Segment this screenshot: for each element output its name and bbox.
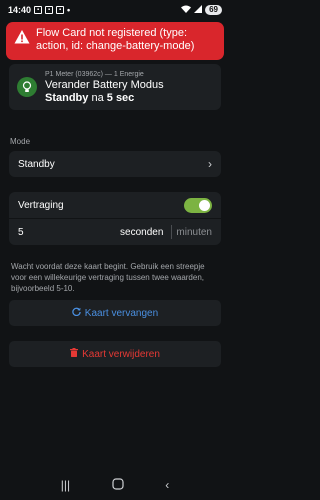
chevron-right-icon: › <box>208 157 212 171</box>
battery-indicator: 69 <box>205 5 222 15</box>
delete-card-label: Kaart verwijderen <box>82 348 160 360</box>
status-bar: 14:40 ▪ ▪ ▪ • 69 <box>0 0 230 20</box>
error-toast[interactable]: Flow Card not registered (type: action, … <box>6 22 224 60</box>
home-button[interactable] <box>112 477 124 493</box>
replace-card-label: Kaart vervangen <box>84 307 159 319</box>
unit-minutes-option[interactable]: minuten <box>176 227 212 238</box>
delay-value: 5 sec <box>106 91 135 104</box>
system-nav-bar: ||| ‹ <box>0 470 230 500</box>
mode-select[interactable]: Standby › <box>9 151 221 177</box>
replace-card-button[interactable]: Kaart vervangen <box>9 300 221 326</box>
mode-label: Mode <box>10 137 31 146</box>
refresh-icon <box>72 307 81 319</box>
delay-toggle-row: Vertraging <box>9 192 221 218</box>
delete-card-button[interactable]: Kaart verwijderen <box>9 341 221 367</box>
delay-label: Vertraging <box>18 199 64 211</box>
trash-icon <box>70 348 79 360</box>
delay-toggle[interactable] <box>184 197 212 213</box>
delay-input[interactable]: 5 <box>18 227 120 238</box>
warning-icon <box>14 29 30 45</box>
signal-icon <box>194 5 203 15</box>
card-title: Verander Battery Modus <box>45 78 164 91</box>
delay-help-text: Wacht voordat deze kaart begint. Gebruik… <box>11 262 205 293</box>
notification-icon: ▪ <box>45 6 54 14</box>
more-notifications-icon: • <box>67 5 71 15</box>
toggle-knob <box>199 199 210 211</box>
card-subtitle: Standby na 5 sec <box>45 92 164 105</box>
mode-value: Standby <box>45 91 89 104</box>
unit-seconds-option[interactable]: seconden <box>120 227 167 238</box>
delay-input-row: 5 seconden minuten <box>9 219 221 245</box>
notification-icon: ▪ <box>56 6 65 14</box>
divider <box>171 225 173 239</box>
mode-selected-value: Standby <box>18 158 55 170</box>
recent-apps-button[interactable]: ||| <box>61 478 70 492</box>
notification-icon: ▪ <box>34 6 43 14</box>
clock: 14:40 <box>8 5 32 15</box>
flow-card-header: P1 Meter (03962c) — 1 Energie Verander B… <box>9 64 221 110</box>
device-name: P1 Meter (03962c) — 1 Energie <box>45 70 144 78</box>
wifi-icon <box>181 5 192 15</box>
subtitle-connector: na <box>88 91 107 104</box>
lightbulb-icon <box>17 77 37 97</box>
error-message: Flow Card not registered (type: action, … <box>36 27 195 52</box>
back-button[interactable]: ‹ <box>165 478 169 492</box>
